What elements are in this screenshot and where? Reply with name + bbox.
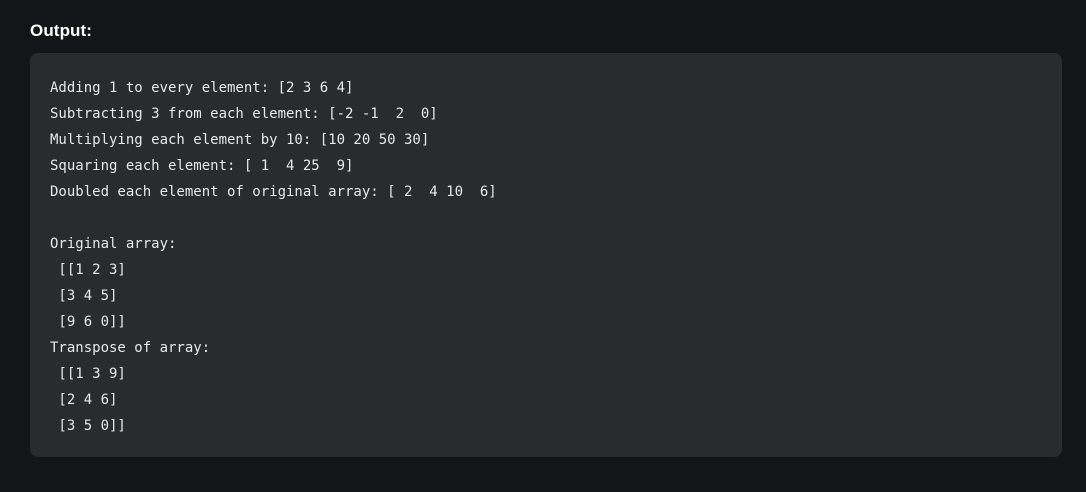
output-line: [3 4 5]	[50, 288, 118, 304]
output-line: Transpose of array:	[50, 340, 211, 356]
output-line: Subtracting 3 from each element: [-2 -1 …	[50, 106, 438, 122]
output-line: [2 4 6]	[50, 392, 118, 408]
output-line-blank	[50, 205, 1042, 231]
output-lines: Adding 1 to every element: [2 3 6 4] Sub…	[50, 75, 1042, 439]
output-line: Doubled each element of original array: …	[50, 184, 497, 200]
output-line: Squaring each element: [ 1 4 25 9]	[50, 158, 354, 174]
output-line: [3 5 0]]	[50, 418, 126, 434]
output-line: Adding 1 to every element: [2 3 6 4]	[50, 80, 354, 96]
output-line: Multiplying each element by 10: [10 20 5…	[50, 132, 430, 148]
output-code-block: Adding 1 to every element: [2 3 6 4] Sub…	[30, 53, 1062, 457]
output-line: [[1 2 3]	[50, 262, 126, 278]
output-line: [9 6 0]]	[50, 314, 126, 330]
page: Output: Adding 1 to every element: [2 3 …	[0, 0, 1086, 492]
output-heading: Output:	[30, 21, 93, 40]
output-line: [[1 3 9]	[50, 366, 126, 382]
output-line: Original array:	[50, 236, 177, 252]
